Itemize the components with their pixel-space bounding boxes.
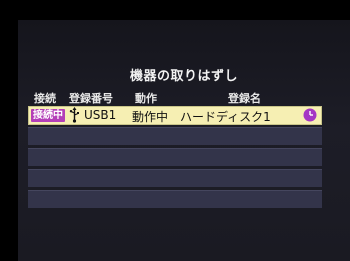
usb-icon [69,107,80,126]
status-badge: 接続中 [31,109,65,122]
device-row-selected[interactable]: 接続中 USB1 動作中 ハードディスク1 [28,106,322,125]
reg-name: ハードディスク1 [180,110,271,124]
header-connection: 接続 [34,92,56,105]
reg-number: USB1 [84,108,117,122]
dialog-title: 機器の取りはずし [129,69,238,84]
action-status: 動作中 [132,110,169,124]
device-row-empty[interactable] [28,127,322,145]
header-action: 動作 [135,92,157,105]
device-row-empty[interactable] [28,148,322,166]
device-row-empty[interactable] [28,169,322,187]
device-list: 接続中 USB1 動作中 ハードディスク1 [28,106,322,211]
header-reg-number: 登録番号 [69,92,113,105]
column-headers: 接続 登録番号 動作 登録名 [18,90,350,106]
tv-screen: 機器の取りはずし 接続 登録番号 動作 登録名 接続中 USB1 動作中 ハード… [18,20,350,261]
clock-icon [303,108,317,125]
header-reg-name: 登録名 [228,92,261,105]
device-row-empty[interactable] [28,190,322,208]
